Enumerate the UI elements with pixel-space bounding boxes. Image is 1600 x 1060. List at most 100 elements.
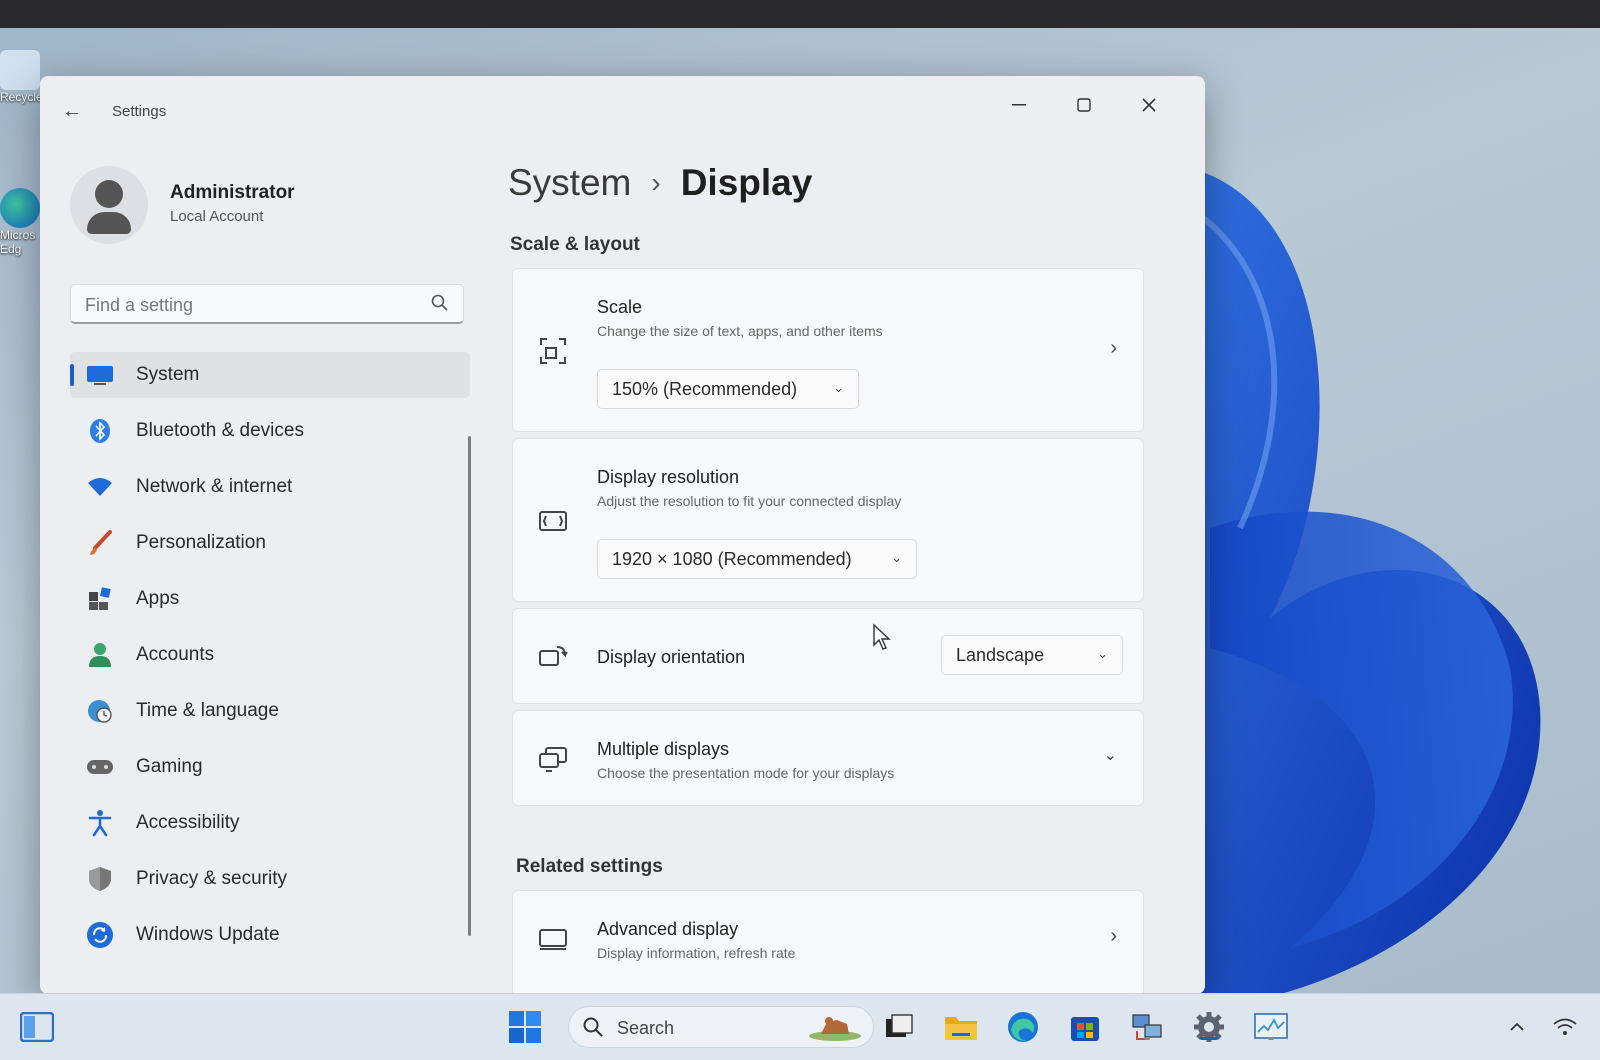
sidebar-item-accessibility[interactable]: Accessibility — [70, 800, 470, 846]
maximize-icon — [1077, 98, 1091, 112]
chevron-right-icon[interactable]: › — [1110, 925, 1117, 948]
app-title: Settings — [112, 103, 167, 120]
settings-button[interactable] — [1190, 1008, 1228, 1046]
sidebar-item-label: Network & internet — [136, 476, 293, 497]
edge-icon — [0, 188, 40, 228]
sidebar-item-accounts[interactable]: Accounts — [70, 632, 470, 678]
recycle-bin-icon — [0, 50, 40, 90]
shield-icon — [86, 865, 114, 893]
sidebar-item-personalization[interactable]: Personalization — [70, 520, 470, 566]
bluetooth-icon — [86, 417, 114, 445]
active-indicator — [70, 364, 74, 386]
scale-dropdown[interactable]: 150% (Recommended) ⌄ — [597, 369, 859, 409]
breadcrumb: System › Display — [508, 162, 812, 204]
store-button[interactable] — [1066, 1008, 1104, 1046]
store-icon — [1071, 1017, 1099, 1041]
display-resolution-card: Display resolution Adjust the resolution… — [512, 438, 1144, 602]
section-heading-related: Related settings — [516, 856, 663, 877]
settings-search-box[interactable] — [70, 284, 464, 324]
sidebar-item-network[interactable]: Network & internet — [70, 464, 470, 510]
performance-monitor-button[interactable] — [1252, 1008, 1290, 1046]
recycle-bin-label: Recycle — [0, 90, 43, 104]
advanced-display-card[interactable]: Advanced display Display information, re… — [512, 890, 1144, 994]
sidebar-item-bluetooth[interactable]: Bluetooth & devices — [70, 408, 470, 454]
globe-clock-icon — [86, 697, 114, 725]
sidebar-scrollbar[interactable] — [468, 436, 471, 936]
scale-subtitle: Change the size of text, apps, and other… — [597, 323, 883, 339]
gamepad-icon — [86, 753, 114, 781]
widgets-button[interactable] — [18, 1008, 56, 1046]
accessibility-icon — [86, 809, 114, 837]
sidebar-item-time-language[interactable]: Time & language — [70, 688, 470, 734]
scale-icon — [540, 338, 566, 364]
show-hidden-icons-button[interactable] — [1498, 1008, 1536, 1046]
search-icon — [431, 294, 448, 311]
scale-card[interactable]: Scale Change the size of text, apps, and… — [512, 268, 1144, 432]
maximize-button[interactable] — [1061, 90, 1107, 120]
minimize-icon — [1012, 104, 1026, 106]
taskbar: Search — [0, 993, 1600, 1060]
breadcrumb-separator: › — [651, 167, 661, 198]
scale-value: 150% (Recommended) — [612, 378, 798, 399]
sidebar-item-apps[interactable]: Apps — [70, 576, 470, 622]
search-icon — [583, 1017, 603, 1037]
sidebar-item-windows-update[interactable]: Windows Update — [70, 912, 470, 958]
accounts-icon — [86, 641, 114, 669]
orientation-dropdown[interactable]: Landscape ⌄ — [941, 635, 1123, 675]
back-arrow-icon[interactable]: ← — [62, 100, 82, 123]
sidebar-item-label: Gaming — [136, 756, 203, 777]
settings-window: ← Settings Administrator Local Account F… — [40, 76, 1205, 994]
account-type: Local Account — [170, 208, 264, 225]
chevron-down-icon: ⌄ — [891, 550, 902, 565]
breadcrumb-parent[interactable]: System — [508, 162, 631, 204]
orientation-title: Display orientation — [597, 647, 746, 667]
close-icon — [1142, 98, 1156, 112]
windows-logo-icon — [509, 1011, 541, 1043]
multiple-displays-subtitle: Choose the presentation mode for your di… — [597, 765, 895, 781]
chevron-right-icon[interactable]: › — [1110, 337, 1117, 360]
sidebar-item-label: Accounts — [136, 644, 215, 665]
wifi-icon — [86, 473, 114, 501]
edge-shortcut[interactable]: Micros Edg — [0, 188, 44, 256]
sidebar-item-label: Apps — [136, 588, 180, 609]
file-explorer-button[interactable] — [942, 1008, 980, 1046]
network-tool-button[interactable] — [1128, 1008, 1166, 1046]
sidebar-item-system[interactable]: System — [70, 352, 470, 398]
mouse-cursor-icon — [873, 623, 891, 650]
multiple-displays-card[interactable]: Multiple displays Choose the presentatio… — [512, 710, 1144, 806]
chevron-down-icon[interactable]: ⌄ — [1104, 745, 1117, 765]
search-highlight-icon — [809, 1017, 861, 1041]
taskbar-search[interactable]: Search — [568, 1006, 874, 1048]
sidebar-item-label: Personalization — [136, 532, 266, 553]
sidebar-nav: System Bluetooth & devices Network & int… — [70, 352, 470, 968]
display-orientation-card: Display orientation Landscape ⌄ — [512, 608, 1144, 704]
task-view-button[interactable] — [880, 1008, 918, 1046]
running-indicator — [1144, 1037, 1150, 1040]
taskbar-search-label: Search — [617, 1018, 675, 1038]
wifi-status-button[interactable] — [1546, 1008, 1584, 1046]
widgets-icon — [20, 1012, 54, 1042]
edge-button[interactable] — [1004, 1008, 1042, 1046]
resolution-subtitle: Adjust the resolution to fit your connec… — [597, 493, 902, 509]
sidebar-item-gaming[interactable]: Gaming — [70, 744, 470, 790]
resolution-value: 1920 × 1080 (Recommended) — [612, 548, 852, 569]
chevron-down-icon: ⌄ — [833, 380, 844, 395]
apps-icon — [86, 585, 114, 613]
minimize-button[interactable] — [996, 90, 1042, 120]
close-button[interactable] — [1126, 90, 1172, 120]
start-button[interactable] — [506, 1008, 544, 1046]
wallpaper-bloom — [1188, 168, 1541, 993]
recycle-bin-shortcut[interactable]: Recycle — [0, 50, 44, 104]
search-input[interactable] — [83, 291, 417, 319]
brush-icon — [86, 529, 114, 557]
advanced-display-title: Advanced display — [597, 919, 739, 939]
sidebar-item-label: Privacy & security — [136, 868, 287, 889]
monitor-bezel — [0, 0, 1600, 28]
resolution-title: Display resolution — [597, 467, 740, 487]
running-indicator — [1268, 1037, 1274, 1040]
sidebar-item-label: System — [136, 364, 200, 385]
title-bar: ← Settings — [40, 76, 1205, 136]
sidebar-item-privacy[interactable]: Privacy & security — [70, 856, 470, 902]
resolution-dropdown[interactable]: 1920 × 1080 (Recommended) ⌄ — [597, 539, 917, 579]
edge-label: Micros Edg — [0, 228, 36, 256]
